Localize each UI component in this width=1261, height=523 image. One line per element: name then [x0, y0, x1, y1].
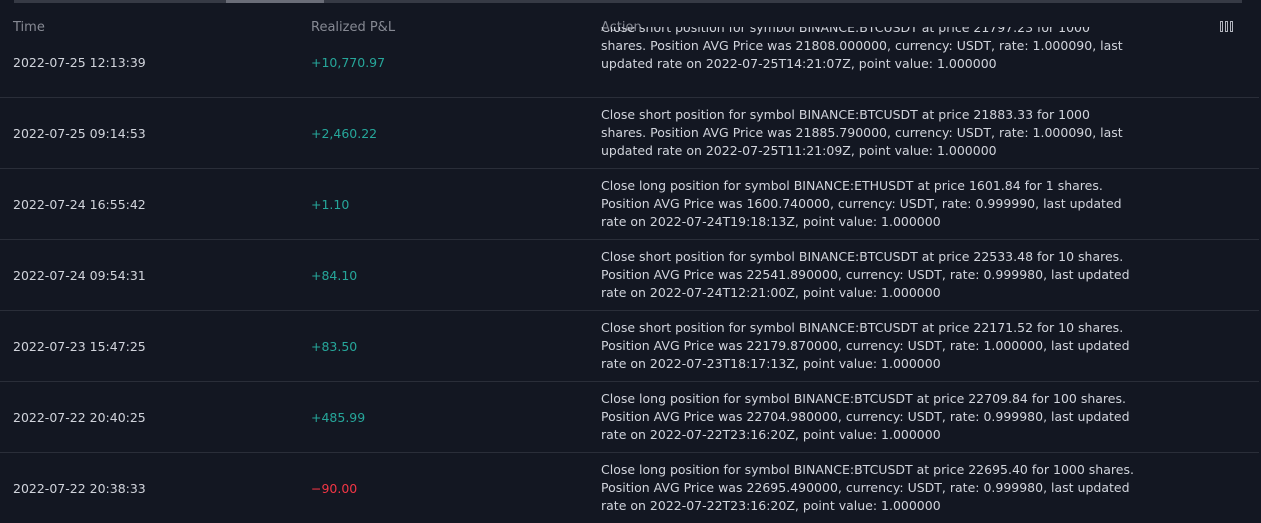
cell-time: 2022-07-22 20:40:25 — [13, 409, 146, 425]
pnl-value: +2,460.22 — [311, 125, 378, 141]
cell-action: Close short position for symbol BINANCE:… — [601, 27, 1146, 97]
cell-action: Close long position for symbol BINANCE:B… — [601, 453, 1146, 523]
table-row[interactable]: 2022-07-25 09:14:53 +2,460.22 Close short … — [0, 98, 1259, 169]
cell-realized-pnl: +83.50 — [311, 311, 357, 381]
table-row[interactable]: 2022-07-23 15:47:25 +83.50 Close short pos… — [0, 311, 1259, 382]
horizontal-scrollbar-thumb[interactable] — [226, 0, 324, 3]
action-text: Close short position for symbol BINANCE:… — [601, 320, 1130, 371]
table-body: 2022-07-25 12:13:39 +10,770.97 Close short… — [0, 27, 1261, 523]
cell-realized-pnl: −90.00 — [311, 453, 357, 523]
table-row[interactable]: 2022-07-24 09:54:31 +84.10 Close short pos… — [0, 240, 1259, 311]
table-row[interactable]: 2022-07-25 12:13:39 +10,770.97 Close short… — [0, 27, 1259, 98]
pnl-value: +10,770.97 — [311, 54, 386, 70]
cell-action: Close short position for symbol BINANCE:… — [601, 311, 1146, 381]
cell-action: Close long position for symbol BINANCE:B… — [601, 382, 1146, 452]
cell-action: Close long position for symbol BINANCE:E… — [601, 169, 1146, 239]
pnl-value: +84.10 — [311, 267, 358, 283]
cell-time: 2022-07-25 12:13:39 — [13, 54, 146, 70]
cell-action: Close short position for symbol BINANCE:… — [601, 240, 1146, 310]
cell-time: 2022-07-22 20:38:33 — [13, 480, 146, 496]
cell-realized-pnl: +2,460.22 — [311, 98, 377, 168]
cell-time: 2022-07-25 09:14:53 — [13, 125, 146, 141]
action-text: Close short position for symbol BINANCE:… — [601, 27, 1123, 71]
cell-time: 2022-07-23 15:47:25 — [13, 338, 146, 354]
cell-time: 2022-07-24 09:54:31 — [13, 267, 146, 283]
cell-action: Close short position for symbol BINANCE:… — [601, 98, 1146, 168]
action-text: Close long position for symbol BINANCE:B… — [601, 462, 1134, 513]
cell-realized-pnl: +10,770.97 — [311, 27, 385, 97]
table-row[interactable]: 2022-07-24 16:55:42 +1.10 Close long posit… — [0, 169, 1259, 240]
action-text: Close long position for symbol BINANCE:B… — [601, 391, 1130, 442]
action-text: Close short position for symbol BINANCE:… — [601, 107, 1123, 158]
action-text: Close long position for symbol BINANCE:E… — [601, 178, 1122, 229]
cell-realized-pnl: +1.10 — [311, 169, 349, 239]
cell-realized-pnl: +84.10 — [311, 240, 357, 310]
cell-realized-pnl: +485.99 — [311, 382, 365, 452]
pnl-value: −90.00 — [311, 480, 358, 496]
table-row[interactable]: 2022-07-22 20:40:25 +485.99 Close long pos… — [0, 382, 1259, 453]
pnl-value: +1.10 — [311, 196, 350, 212]
action-text: Close short position for symbol BINANCE:… — [601, 249, 1130, 300]
pnl-value: +485.99 — [311, 409, 366, 425]
pnl-value: +83.50 — [311, 338, 358, 354]
horizontal-scrollbar[interactable] — [14, 0, 1242, 3]
trade-history-panel: Time Realized P&L Action 2022-07-25 12:1… — [0, 0, 1261, 523]
cell-time: 2022-07-24 16:55:42 — [13, 196, 146, 212]
table-row[interactable]: 2022-07-22 20:38:33 −90.00 Close long posi… — [0, 453, 1259, 523]
